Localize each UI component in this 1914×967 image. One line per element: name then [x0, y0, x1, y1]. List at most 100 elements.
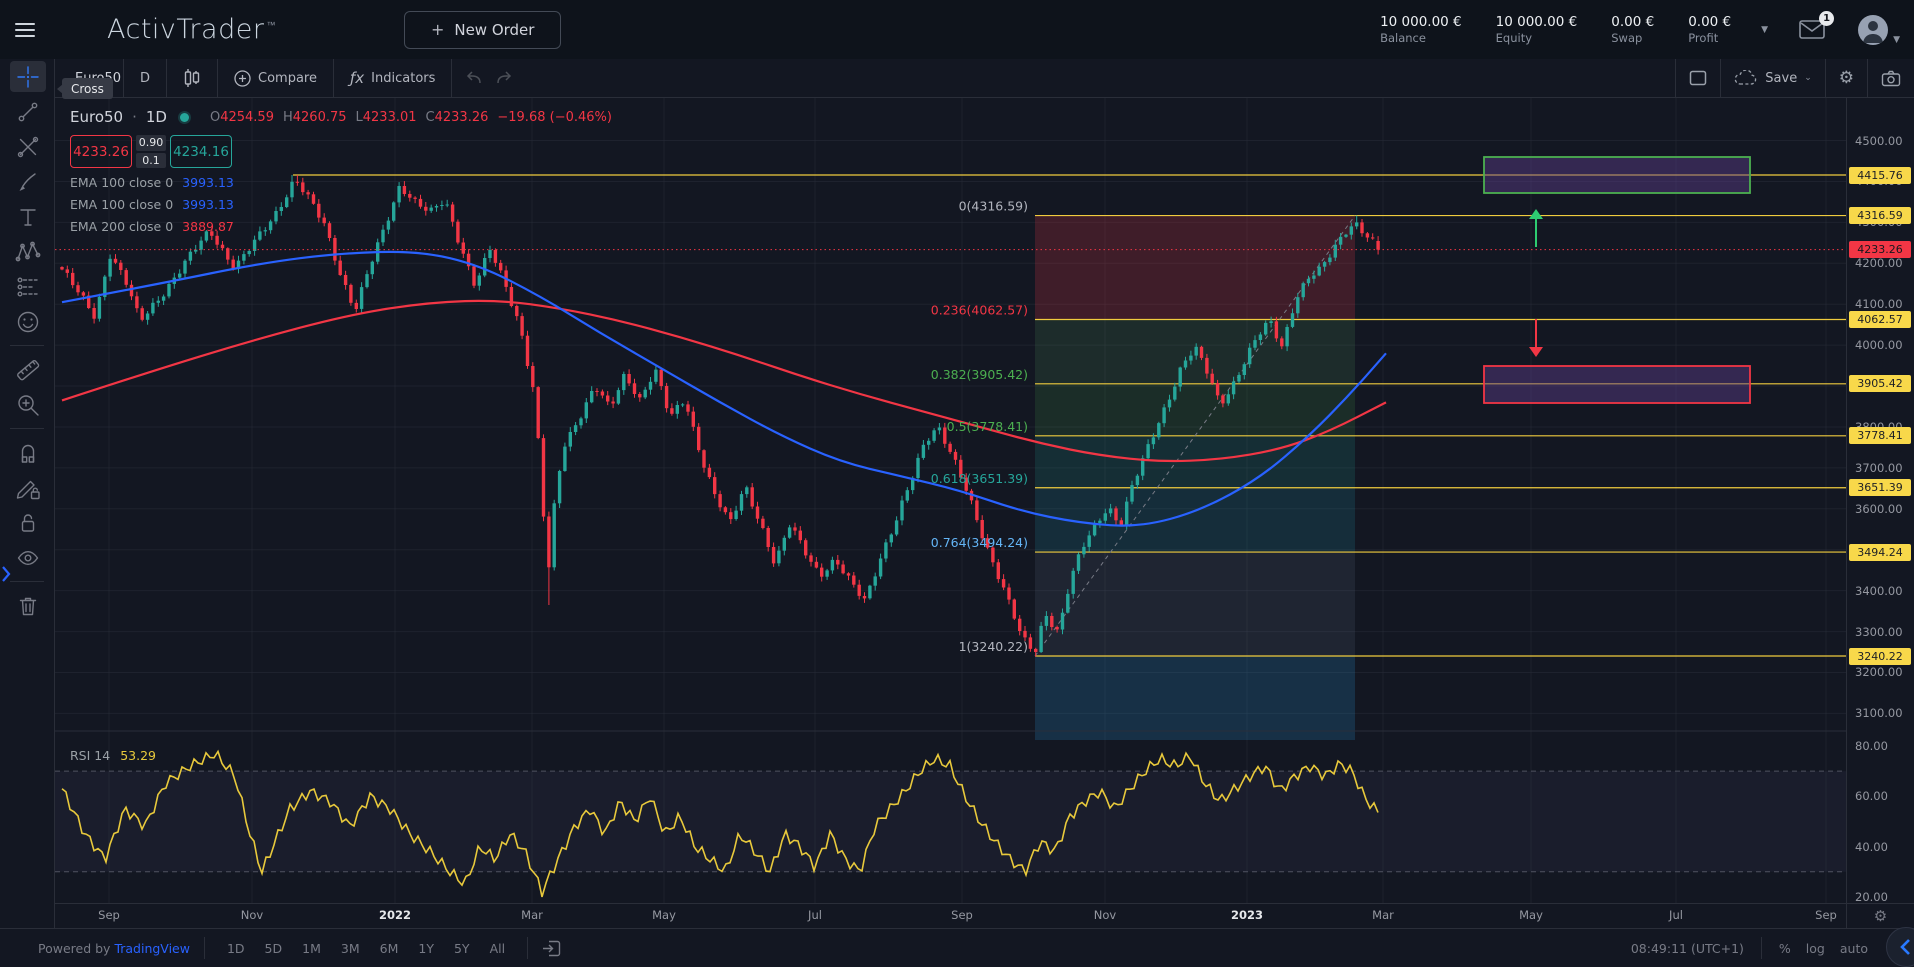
trademark: ™	[266, 21, 276, 31]
level-price-label: 4415.76	[1849, 167, 1911, 184]
lock-tool-button[interactable]	[10, 507, 46, 538]
price-tick: 40.00	[1855, 840, 1888, 854]
account-stat: 0.00 €Profit	[1688, 14, 1731, 45]
range-button-6m[interactable]: 6M	[372, 938, 407, 959]
xabcd-pattern-tool-button[interactable]	[10, 236, 46, 267]
activtrader-app: ActivTrader™ + New Order 10 000.00 €Bala…	[0, 0, 1914, 967]
gear-icon: ⚙	[1839, 68, 1854, 88]
undo-icon[interactable]	[466, 70, 484, 86]
plus-icon: +	[431, 20, 444, 39]
chart-settings-button[interactable]: ⚙	[1826, 59, 1867, 97]
compare-button[interactable]: Compare	[218, 59, 333, 97]
range-button-5y[interactable]: 5Y	[446, 938, 478, 959]
go-to-date-button[interactable]	[542, 940, 561, 957]
chevron-down-icon[interactable]: ▼	[1893, 35, 1900, 45]
clock: 08:49:11 (UTC+1)	[1631, 941, 1744, 956]
forecast-tool-button[interactable]	[10, 271, 46, 302]
log-scale-button[interactable]: log	[1806, 941, 1825, 956]
indicator-row[interactable]: EMA 100 close 03993.13	[70, 175, 612, 190]
price-axis[interactable]: 4500.004400.004300.004200.004100.004000.…	[1846, 98, 1914, 903]
avatar[interactable]	[1858, 15, 1888, 45]
expand-panel-icon[interactable]	[0, 564, 12, 584]
time-tick: Nov	[1094, 908, 1116, 922]
drawing-lock-tool-button[interactable]	[10, 472, 46, 503]
indicators-button[interactable]: ƒx Indicators	[334, 59, 451, 97]
indicator-row[interactable]: EMA 100 close 03993.13	[70, 197, 612, 212]
ohlc-values: O4254.59 H4260.75 L4233.01 C4233.26 −19.…	[210, 110, 612, 125]
fx-icon: ƒx	[350, 69, 364, 87]
brush-tool-button[interactable]	[10, 166, 46, 197]
ruler-tool-button[interactable]	[10, 354, 46, 385]
time-tick: Jul	[1669, 908, 1683, 922]
redo-icon[interactable]	[494, 70, 512, 86]
tradingview-link[interactable]: TradingView	[114, 941, 190, 956]
chart-toolbar: Euro50 D Compare ƒx Indicators	[55, 59, 1914, 98]
forecast-icon	[14, 273, 42, 301]
level-price-label: 3651.39	[1849, 479, 1911, 496]
candles-icon	[183, 68, 201, 88]
sell-button[interactable]: 4233.26	[70, 135, 132, 168]
menu-icon[interactable]	[15, 23, 35, 37]
square-icon	[1689, 70, 1707, 86]
new-order-button[interactable]: + New Order	[404, 11, 562, 49]
save-button[interactable]: Save ⌄	[1721, 59, 1824, 97]
fib-retracement-tool-button[interactable]	[10, 131, 46, 162]
magnet-tool-button[interactable]	[10, 437, 46, 468]
svg-text:0.236(4062.57): 0.236(4062.57)	[931, 303, 1028, 318]
svg-text:0.618(3651.39): 0.618(3651.39)	[931, 471, 1028, 486]
range-button-1d[interactable]: 1D	[219, 938, 253, 959]
auto-scale-button[interactable]: auto	[1840, 941, 1868, 956]
app-logo: ActivTrader™	[107, 14, 276, 45]
range-button-5d[interactable]: 5D	[257, 938, 291, 959]
emoji-tool-button[interactable]	[10, 306, 46, 337]
time-axis[interactable]: SepNov2022MarMayJulSepNov2023MarMayJulSe…	[55, 903, 1846, 928]
buy-button[interactable]: 4234.16	[170, 135, 232, 168]
indicator-row[interactable]: EMA 200 close 03889.87	[70, 219, 612, 234]
lock-icon	[14, 509, 42, 537]
time-tick: Nov	[241, 908, 263, 922]
legend-symbol[interactable]: Euro50	[70, 108, 123, 126]
chevron-down-icon[interactable]: ▼	[1761, 25, 1768, 35]
time-tick: May	[652, 908, 676, 922]
price-tick: 80.00	[1855, 739, 1888, 753]
time-tick: Mar	[1372, 908, 1394, 922]
time-tick: Sep	[98, 908, 120, 922]
trend-line-tool-button[interactable]	[10, 96, 46, 127]
hide-icon	[14, 544, 42, 572]
range-button-1y[interactable]: 1Y	[410, 938, 442, 959]
fib-retracement-icon	[14, 133, 42, 161]
percent-scale-button[interactable]: %	[1779, 941, 1791, 956]
text-tool-button[interactable]	[10, 201, 46, 232]
toolbar-divider	[10, 428, 44, 429]
chart-area[interactable]: 0(4316.59)0.236(4062.57)0.382(3905.42)0.…	[55, 98, 1846, 903]
stats-list: 10 000.00 €Balance10 000.00 €Equity0.00 …	[1380, 14, 1731, 45]
svg-text:0.5(3778.41): 0.5(3778.41)	[947, 419, 1028, 434]
powered-by: Powered by TradingView	[38, 941, 190, 956]
remove-tool-button[interactable]	[10, 590, 46, 621]
hide-tool-button[interactable]	[10, 542, 46, 573]
svg-text:0.382(3905.42): 0.382(3905.42)	[931, 367, 1028, 382]
mail-button[interactable]: 1	[1798, 17, 1828, 43]
svg-text:0.764(3494.24): 0.764(3494.24)	[931, 535, 1028, 550]
interval-button[interactable]: D	[124, 59, 166, 97]
range-button-3m[interactable]: 3M	[333, 938, 368, 959]
footer: Powered by TradingView 1D5D1M3M6M1Y5YAll…	[0, 928, 1914, 967]
price-tick: 3200.00	[1855, 665, 1903, 679]
screenshot-button[interactable]	[1868, 59, 1914, 97]
zoom-in-tool-button[interactable]	[10, 389, 46, 420]
legend-interval[interactable]: 1D	[146, 108, 167, 126]
market-status-icon	[180, 113, 189, 122]
layout-button[interactable]	[1676, 59, 1720, 97]
range-button-all[interactable]: All	[482, 938, 514, 959]
price-tick: 4200.00	[1855, 256, 1903, 270]
ruler-icon	[14, 356, 42, 384]
rsi-legend[interactable]: RSI 14 53.29	[70, 748, 156, 763]
price-tick: 60.00	[1855, 789, 1888, 803]
range-button-1m[interactable]: 1M	[294, 938, 329, 959]
axis-settings[interactable]: ⚙	[1846, 903, 1914, 928]
toolbar-divider	[10, 581, 44, 582]
chart-style-button[interactable]	[167, 59, 217, 97]
time-tick: Jul	[808, 908, 822, 922]
magnet-icon	[14, 439, 42, 467]
cross-tool-button[interactable]	[10, 61, 46, 92]
